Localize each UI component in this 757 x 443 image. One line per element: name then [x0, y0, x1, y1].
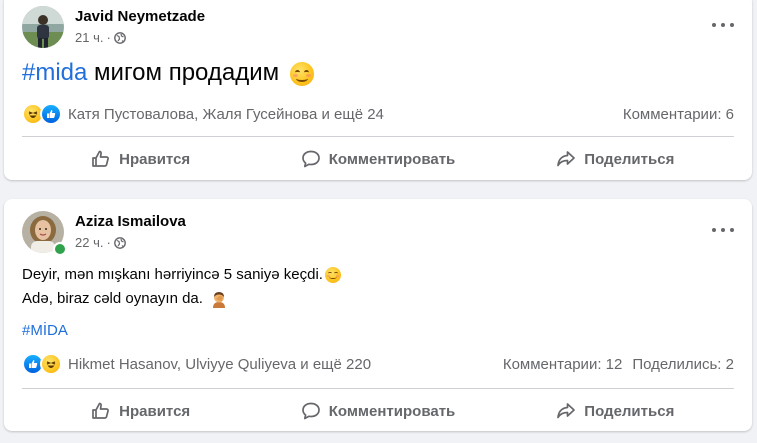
post-actions: Нравится Комментировать Поделиться	[22, 394, 734, 428]
comment-icon	[301, 402, 320, 420]
like-label: Нравится	[119, 402, 191, 420]
share-label: Поделиться	[584, 150, 675, 168]
comment-label: Комментировать	[328, 150, 456, 168]
more-options-icon[interactable]	[712, 223, 734, 237]
share-button[interactable]: Поделиться	[497, 394, 734, 428]
globe-icon	[113, 236, 126, 249]
post-header: Javid Neymetzade 21 ч. ·	[22, 6, 734, 50]
shares-count[interactable]: Поделились: 2	[632, 356, 734, 373]
reaction-icons[interactable]	[22, 353, 62, 375]
thumbs-up-icon	[92, 402, 110, 419]
post-actions: Нравится Комментировать Поделиться	[22, 142, 734, 176]
comments-count[interactable]: Комментарии: 12	[503, 356, 623, 373]
hashtag-link[interactable]: #mida	[22, 59, 87, 86]
reaction-icons[interactable]	[22, 103, 62, 125]
reactions-summary: Hikmet Hasanov, Ulviyye Quliyeva и ещё 2…	[22, 353, 734, 375]
smiling-face-icon	[324, 267, 341, 284]
post-time[interactable]: 22 ч.	[75, 235, 103, 250]
comment-icon	[301, 150, 320, 168]
post-text-content: Deyir, mən mışkanı hərriyincə 5 saniyə k…	[22, 266, 323, 283]
thumbs-up-icon	[92, 150, 110, 167]
meta-separator: ·	[106, 235, 111, 250]
post-hashtag-line: #MİDA	[22, 319, 341, 343]
author-name[interactable]: Aziza Ismailova	[75, 213, 186, 230]
avatar[interactable]	[22, 6, 64, 48]
share-icon	[557, 151, 576, 167]
post-card: Aziza Ismailova 22 ч. · Deyir, mən mışka…	[4, 199, 752, 431]
person-facepalming-icon	[211, 291, 227, 308]
like-button[interactable]: Нравится	[22, 394, 259, 428]
haha-reaction-icon	[40, 353, 62, 375]
share-button[interactable]: Поделиться	[497, 142, 734, 176]
like-button[interactable]: Нравится	[22, 142, 259, 176]
comment-button[interactable]: Комментировать	[259, 394, 496, 428]
online-status-indicator	[53, 242, 67, 256]
like-reaction-icon	[40, 103, 62, 125]
post-header: Aziza Ismailova 22 ч. ·	[22, 211, 734, 256]
post-text-content: Adə, biraz cəld oynayın da.	[22, 290, 203, 307]
share-label: Поделиться	[584, 402, 675, 420]
post-text-content: мигом продадим	[87, 59, 280, 86]
divider	[22, 388, 734, 389]
hashtag-link[interactable]: #MİDA	[22, 322, 68, 339]
post-meta: 21 ч. ·	[75, 30, 126, 45]
like-label: Нравится	[119, 150, 191, 168]
post-card: Javid Neymetzade 21 ч. · #mida мигом про…	[4, 0, 752, 180]
avatar[interactable]	[22, 211, 67, 256]
meta-separator: ·	[106, 30, 111, 45]
post-meta: 22 ч. ·	[75, 235, 126, 250]
comment-button[interactable]: Комментировать	[259, 142, 496, 176]
more-options-icon[interactable]	[712, 18, 734, 32]
comments-count[interactable]: Комментарии: 6	[623, 106, 734, 123]
divider	[22, 136, 734, 137]
smiling-face-icon	[289, 61, 314, 86]
post-time[interactable]: 21 ч.	[75, 30, 103, 45]
comment-label: Комментировать	[328, 402, 456, 420]
reaction-names[interactable]: Hikmet Hasanov, Ulviyye Quliyeva и ещё 2…	[68, 356, 503, 373]
post-text-line: Deyir, mən mışkanı hərriyincə 5 saniyə k…	[22, 263, 341, 287]
author-name[interactable]: Javid Neymetzade	[75, 8, 205, 25]
reaction-names[interactable]: Катя Пустовалова, Жаля Гусейнова и ещё 2…	[68, 106, 623, 123]
share-icon	[557, 403, 576, 419]
post-text: Deyir, mən mışkanı hərriyincə 5 saniyə k…	[22, 263, 341, 343]
globe-icon	[113, 31, 126, 44]
reactions-summary: Катя Пустовалова, Жаля Гусейнова и ещё 2…	[22, 103, 734, 125]
post-text-line: Adə, biraz cəld oynayın da.	[22, 287, 341, 311]
post-text: #mida мигом продадим	[22, 58, 314, 88]
